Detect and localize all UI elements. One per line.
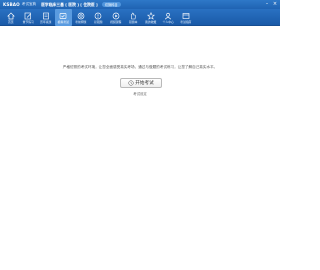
toolbar-item-wrong-answers[interactable]: 错题本 [125,9,143,26]
toolbar-label: 模拟考试 [57,19,69,24]
toolbar-label: 考前押题 [75,19,87,24]
app-logo: KSBAO 考试宝典 [3,2,36,7]
minimize-icon[interactable]: – [264,1,270,7]
toolbar-item-favorites[interactable]: 我的收藏 [142,9,160,26]
start-exam-button[interactable]: 开始考试 [120,78,162,88]
clock-icon [128,80,134,86]
exam-description: 严格仿照的考试环境，让您全面感受真实考场，通过与做题的考试练习，让您了解自己真实… [62,65,218,69]
exam-settings-link[interactable]: 考试设定 [0,91,280,96]
toolbar-label: 易错题 [94,19,103,24]
course-title: 医学临床三基 [ 医院 ] [ 住院医 ] [41,1,98,7]
toolbar-label: 首页 [7,19,14,24]
toolbar-label: 错题本 [129,19,138,24]
logo-text: KSBAO [3,2,20,7]
toolbar-item-profile[interactable]: 个人中心 [160,9,178,26]
start-exam-label: 开始考试 [135,81,154,86]
app-window: KSBAO 考试宝典 医学临床三基 [ 医院 ] [ 住院医 ] 切换科目 – … [0,0,280,270]
home-icon [6,12,15,19]
toolbar-item-video[interactable]: 视频课程 [107,9,125,26]
alert-icon [94,12,102,19]
exam-start-panel: 严格仿照的考试环境，让您全面感受真实考场，通过与做题的考试练习，让您了解自己真实… [0,27,280,270]
close-icon[interactable]: × [272,1,278,7]
toolbar-label: 历年真题 [40,19,52,24]
window-controls: – × [264,1,278,7]
toolbar-label: 我的收藏 [145,19,157,24]
toolbar-item-mock-exam[interactable]: 模拟考试 [54,9,72,26]
logo-subtitle: 考试宝典 [21,2,37,6]
switch-course-button[interactable]: 切换科目 [101,2,121,7]
toolbar-item-pre-exam[interactable]: 考前押题 [72,9,90,26]
toolbar-item-past-exams[interactable]: 历年真题 [37,9,55,26]
exam-icon [59,12,67,19]
hand-icon [131,12,137,19]
toolbar-item-error-prone[interactable]: 易错题 [90,9,108,26]
main-toolbar: 首页 章节练习 历年真题 模拟考试 考前押题 易错题 视频课程 错题本 我的收藏… [0,9,280,26]
star-icon [146,11,155,20]
book-icon [42,12,49,19]
title-bar: KSBAO 考试宝典 医学临床三基 [ 医院 ] [ 住院医 ] 切换科目 – … [0,0,280,9]
pencil-icon [24,12,32,19]
toolbar-item-chapter-practice[interactable]: 章节练习 [20,9,38,26]
toolbar-item-guide[interactable]: 考试指南 [177,9,195,26]
play-icon [112,12,120,19]
toolbar-label: 视频课程 [110,19,122,24]
guide-icon [182,12,190,19]
toolbar-label: 个人中心 [162,19,174,24]
toolbar-label: 考试指南 [180,19,192,24]
target-icon [77,12,85,19]
toolbar-item-home[interactable]: 首页 [2,9,20,26]
user-icon [165,12,172,19]
toolbar-label: 章节练习 [22,19,34,24]
